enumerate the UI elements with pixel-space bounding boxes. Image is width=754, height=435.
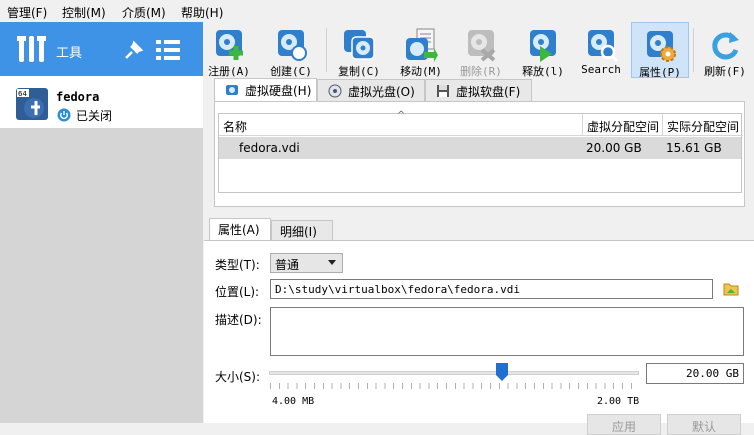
floppy-disk-icon [437,85,449,97]
sidebar-item-tools[interactable]: 工具 [0,22,203,76]
search-label: Search [581,63,621,76]
menu-control[interactable]: 控制(M) [62,4,106,21]
vm-list-item[interactable]: 64 fedora 已关闭 [0,76,203,128]
power-off-icon [57,108,71,122]
create-label: 创建(C) [270,65,312,78]
location-label: 位置(L): [215,285,260,299]
copy-label: 复制(C) [338,65,380,78]
move-button[interactable]: 移动(M) [395,22,447,78]
main-panel: 注册(A) 创建(C) 复制(C) 移动(M) 删除(R) 释放(l) Sear… [203,22,754,435]
move-icon [406,28,438,62]
delete-button[interactable]: 删除(R) [455,22,507,78]
delete-label: 删除(R) [460,65,502,78]
menu-media[interactable]: 介质(M) [122,4,166,21]
delete-icon [468,30,496,62]
type-label: 类型(T): [215,258,260,272]
slider-ticks [270,383,638,389]
release-label: 释放(l) [522,65,564,78]
hard-disk-icon [226,85,238,95]
copy-button[interactable]: 复制(C) [333,22,385,78]
size-field[interactable]: 20.00 GB [646,363,744,384]
copy-icon [344,30,375,60]
list-menu-icon[interactable] [156,39,180,61]
reset-button[interactable]: 默认 [667,414,741,435]
refresh-label: 刷新(F) [704,65,746,78]
description-label: 描述(D): [215,313,262,327]
media-table-container: 名称 ^ 虚拟分配空间 实际分配空间 fedora.vdi 20.00 GB 1… [214,101,745,207]
location-field[interactable]: D:\study\virtualbox\fedora\fedora.vdi [270,279,713,299]
tab-label: 虚拟光盘(O) [348,85,415,99]
cell-virtual-size: 20.00 GB [586,141,642,155]
vm-name: fedora [56,90,100,104]
register-icon [216,30,243,60]
size-slider-track[interactable] [269,371,639,375]
size-min-label: 4.00 MB [272,396,315,407]
sort-up-icon: ^ [397,110,406,121]
properties-panel: 类型(T): 普通 位置(L): D:\study\virtualbox\fed… [204,240,754,435]
apply-button[interactable]: 应用 [587,414,661,435]
folder-browse-icon[interactable] [723,281,739,297]
type-select-value: 普通 [275,258,300,272]
tab-virtual-optical-disk[interactable]: 虚拟光盘(O) [317,79,425,101]
chevron-down-icon [328,260,336,265]
register-label: 注册(A) [208,65,250,78]
cell-actual-size: 15.61 GB [666,141,722,155]
toolbar-separator [693,28,694,72]
tab-virtual-hard-disk[interactable]: 虚拟硬盘(H) [214,78,317,102]
menu-bar: 管理(F) 控制(M) 介质(M) 帮助(H) [0,0,754,22]
header-label: 名称 [223,120,248,134]
create-icon [278,30,307,61]
vm-state: 已关闭 [76,109,113,123]
fedora-os-icon: 64 [16,88,48,120]
optical-disk-icon [328,84,342,98]
search-button[interactable]: Search [577,22,625,78]
tools-label: 工具 [56,46,83,61]
tab-label: 虚拟硬盘(H) [245,84,312,98]
description-field[interactable] [270,307,744,356]
refresh-button[interactable]: 刷新(F) [699,22,751,78]
column-header-actual-size[interactable]: 实际分配空间 [663,114,743,136]
size-max-label: 2.00 TB [597,396,640,407]
release-icon [530,30,556,62]
column-header-name[interactable]: 名称 ^ [219,110,583,136]
toolbar-separator [326,28,327,72]
properties-label: 属性(P) [639,66,681,79]
pin-icon[interactable] [123,39,145,61]
menu-help[interactable]: 帮助(H) [181,4,223,21]
search-icon [588,30,618,62]
menu-manage[interactable]: 管理(F) [7,4,47,21]
sidebar: 工具 64 fedora 已关闭 [0,22,203,423]
refresh-icon [712,32,739,60]
size-slider-handle[interactable] [496,363,509,381]
type-select[interactable]: 普通 [270,253,343,273]
tools-icon [17,36,46,62]
size-label: 大小(S): [215,370,261,384]
svg-text:64: 64 [18,90,27,98]
cell-name: fedora.vdi [239,141,300,155]
move-label: 移动(M) [400,65,442,78]
media-table: 名称 ^ 虚拟分配空间 实际分配空间 fedora.vdi 20.00 GB 1… [218,110,743,193]
register-button[interactable]: 注册(A) [205,22,253,78]
column-header-virtual-size[interactable]: 虚拟分配空间 [583,114,663,136]
tab-details[interactable]: 明细(I) [271,220,333,240]
media-toolbar: 注册(A) 创建(C) 复制(C) 移动(M) 删除(R) 释放(l) Sear… [203,22,754,79]
table-row[interactable]: fedora.vdi 20.00 GB 15.61 GB [219,137,741,159]
create-button[interactable]: 创建(C) [267,22,315,78]
tab-attributes[interactable]: 属性(A) [209,218,271,240]
release-button[interactable]: 释放(l) [517,22,569,78]
tab-virtual-floppy-disk[interactable]: 虚拟软盘(F) [425,79,532,101]
tab-label: 虚拟软盘(F) [456,85,521,99]
properties-button[interactable]: 属性(P) [631,22,689,79]
properties-icon [647,31,676,62]
